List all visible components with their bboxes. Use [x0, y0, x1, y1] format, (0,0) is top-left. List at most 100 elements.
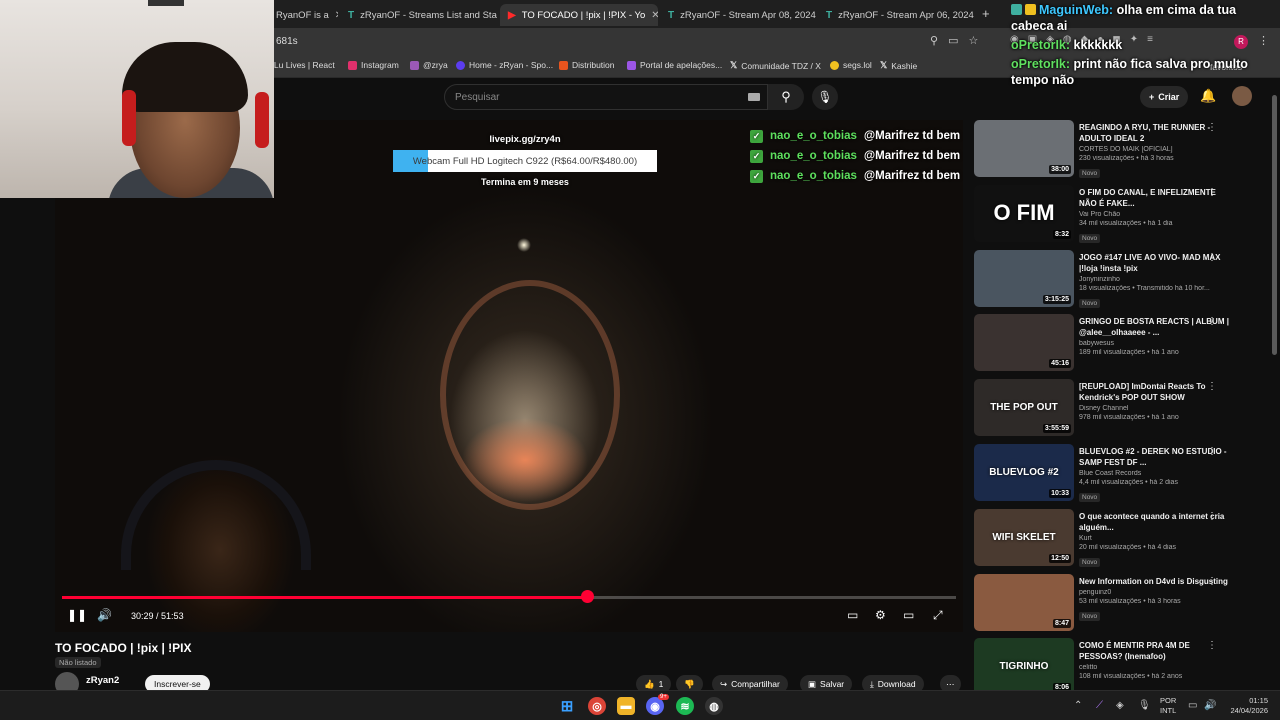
pause-icon[interactable]: ❚❚: [67, 608, 87, 622]
new-badge: Novo: [1079, 233, 1101, 243]
chat-user: oPretorIk:: [1011, 38, 1071, 52]
bookmark-item[interactable]: iLu Lives | React: [272, 60, 335, 70]
tab-4[interactable]: T zRyanOF - Stream Apr 08, 2024 ✕: [660, 4, 816, 26]
cast-icon[interactable]: ▭: [948, 34, 958, 47]
more-options-icon[interactable]: ⋮: [1207, 381, 1217, 392]
recommendation-item[interactable]: THE POP OUT 3:55:59 [REUPLOAD] ImDontai Re…: [974, 379, 1270, 439]
more-options-icon[interactable]: ⋮: [1207, 187, 1217, 198]
headphone-left: [122, 90, 136, 146]
progress-bar[interactable]: [62, 590, 956, 603]
search-button[interactable]: ⚲: [768, 84, 804, 110]
bookmark-item[interactable]: Distribution: [559, 60, 615, 70]
video-thumbnail[interactable]: BLUEVLOG #2 10:33: [974, 444, 1074, 501]
chrome-icon[interactable]: ◎: [588, 697, 606, 715]
more-options-icon[interactable]: ⋮: [1207, 122, 1217, 133]
more-options-icon[interactable]: ⋮: [1207, 576, 1217, 587]
recommendation-channel[interactable]: celitto: [1079, 664, 1229, 671]
recommendation-channel[interactable]: Jonyninzinho: [1079, 276, 1229, 283]
recommendation-channel[interactable]: Disney Channel: [1079, 405, 1229, 412]
voice-search-button[interactable]: 🎙: [812, 84, 838, 110]
bookmark-item[interactable]: Instagram: [348, 60, 399, 70]
volume-icon[interactable]: 🔊: [97, 608, 112, 622]
zoom-icon[interactable]: ⚲: [930, 34, 938, 47]
theater-mode-icon[interactable]: ▭: [903, 608, 914, 622]
recommendation-channel[interactable]: Vai Pro Chão: [1079, 211, 1229, 218]
tray-chevron-up-icon[interactable]: ⌃: [1074, 700, 1082, 711]
system-clock[interactable]: 01:15 24/04/2026: [1222, 696, 1268, 716]
input-language[interactable]: POR INTL: [1160, 696, 1176, 716]
scrollbar[interactable]: [1272, 95, 1277, 355]
tab-5[interactable]: T zRyanOF - Stream Apr 06, 2024 ✕: [818, 4, 976, 26]
more-options-icon[interactable]: ⋮: [1207, 252, 1217, 263]
settings-gear-icon[interactable]: ⚙: [875, 608, 886, 622]
video-duration: 8:06: [1052, 683, 1071, 690]
thumbs-up-icon: 👍: [644, 678, 655, 689]
video-thumbnail[interactable]: 45:16: [974, 314, 1074, 372]
new-tab-plus-icon[interactable]: +: [982, 6, 990, 21]
bookmark-item[interactable]: Home - zRyan - Spo...: [456, 60, 553, 70]
recommendation-channel[interactable]: babywesus: [1079, 340, 1229, 347]
plus-icon: +: [1149, 92, 1155, 102]
subtitles-icon[interactable]: ▭: [847, 608, 858, 622]
tab-3-active[interactable]: ▶ TO FOCADO | !pix | !PIX - Yo ✕: [500, 4, 658, 26]
more-options-icon[interactable]: ⋮: [1207, 316, 1217, 327]
clock-time: 01:15: [1249, 696, 1268, 705]
bookmark-item[interactable]: 𝕏 Kashie: [880, 60, 917, 71]
x-logo-icon: 𝕏: [880, 60, 888, 70]
video-thumbnail[interactable]: WIFI SKELET 12:50: [974, 508, 1074, 566]
star-icon[interactable]: ☆: [968, 34, 978, 47]
tab-1[interactable]: RyanOF is a ✕: [268, 4, 338, 26]
tab-4-label: zRyanOF - Stream Apr 08, 2024: [680, 9, 816, 21]
bookmark-item[interactable]: segs.lol: [830, 60, 872, 70]
tray-app-icon[interactable]: ◈: [1116, 700, 1124, 711]
obs-icon[interactable]: ◍: [705, 697, 723, 715]
download-icon: ⤓: [870, 678, 874, 689]
file-explorer-icon[interactable]: ▬: [617, 697, 635, 715]
video-thumbnail[interactable]: 8:47: [974, 573, 1074, 631]
recommendation-item[interactable]: 3:15:25 JOGO #147 LIVE AO VIVO- MAD MAX |…: [974, 249, 1270, 310]
tab-2[interactable]: T zRyanOF - Streams List and Sta ✕: [340, 4, 498, 26]
recommendation-channel[interactable]: Kurt: [1079, 535, 1229, 542]
channel-name[interactable]: zRyan2: [86, 675, 119, 686]
recommendation-meta: 18 visualizações • Transmitido há 10 hor…: [1079, 284, 1210, 292]
windows-start-icon[interactable]: ⊞: [558, 697, 576, 715]
url-text[interactable]: 681s: [276, 36, 298, 47]
bookmark-item[interactable]: Portal de apelações...: [627, 60, 722, 70]
recommendation-channel[interactable]: CORTES DO MAIK [OFICIAL]: [1079, 146, 1229, 153]
more-options-icon[interactable]: ⋮: [1207, 446, 1217, 457]
search-input[interactable]: Pesquisar: [444, 84, 768, 110]
recommendation-channel[interactable]: penguinz0: [1079, 589, 1229, 596]
recommendation-item[interactable]: 45:16 GRINGO DE BOSTA REACTS | ALBUM | @a…: [974, 314, 1270, 374]
tray-app-icon[interactable]: ⟋: [1096, 700, 1103, 711]
video-thumbnail[interactable]: THE POP OUT 3:55:59: [974, 379, 1074, 437]
tray-mic-icon[interactable]: 🎙: [1138, 700, 1151, 711]
recommendation-item[interactable]: O FIM 8:32 O FIM DO CANAL, E INFELIZMENTE …: [974, 184, 1270, 245]
recommendation-item[interactable]: WIFI SKELET 12:50 O que acontece quando a …: [974, 508, 1270, 569]
recommendation-item[interactable]: BLUEVLOG #2 10:33 BLUEVLOG #2 - DEREK NO E…: [974, 444, 1270, 504]
network-icon[interactable]: ▭: [1188, 700, 1197, 711]
more-options-icon[interactable]: ⋮: [1207, 511, 1217, 522]
recommendation-item[interactable]: 8:47 New Information on D4vd is Disgustin…: [974, 573, 1270, 634]
more-options-icon[interactable]: ⋮: [1207, 640, 1217, 651]
recommendation-item[interactable]: 38:00 REAGINDO A RYU, THE RUNNER - ADULTO…: [974, 120, 1270, 180]
recommendation-channel[interactable]: Blue Coast Records: [1079, 470, 1229, 477]
close-icon[interactable]: ✕: [335, 10, 338, 21]
bookmark-item[interactable]: 𝕏 Comunidade TDZ / X: [730, 60, 821, 71]
chat-message: oPretorIk: kkkkkkk: [1011, 37, 1276, 53]
close-icon[interactable]: ✕: [651, 10, 658, 21]
instagram-icon: [348, 60, 357, 70]
new-badge: Novo: [1079, 611, 1101, 621]
video-thumbnail[interactable]: 3:15:25: [974, 249, 1074, 307]
spotify-icon[interactable]: ≋: [676, 697, 694, 715]
video-duration: 12:50: [1049, 553, 1071, 563]
bookmark-item[interactable]: @zrya: [410, 60, 448, 70]
video-thumbnail[interactable]: O FIM 8:32: [974, 184, 1074, 242]
bookmark-favicon-icon: [456, 60, 465, 70]
volume-tray-icon[interactable]: 🔊: [1204, 700, 1216, 711]
video-thumbnail[interactable]: 38:00: [974, 120, 1074, 177]
headphones: [121, 460, 311, 570]
recommendation-item[interactable]: TIGRINHO 8:06 COMO É MENTIR PRA 4M DE PESS…: [974, 638, 1270, 690]
video-thumbnail[interactable]: TIGRINHO 8:06: [974, 638, 1074, 690]
fullscreen-icon[interactable]: ⤢: [933, 608, 943, 623]
keyboard-icon[interactable]: [748, 93, 760, 101]
